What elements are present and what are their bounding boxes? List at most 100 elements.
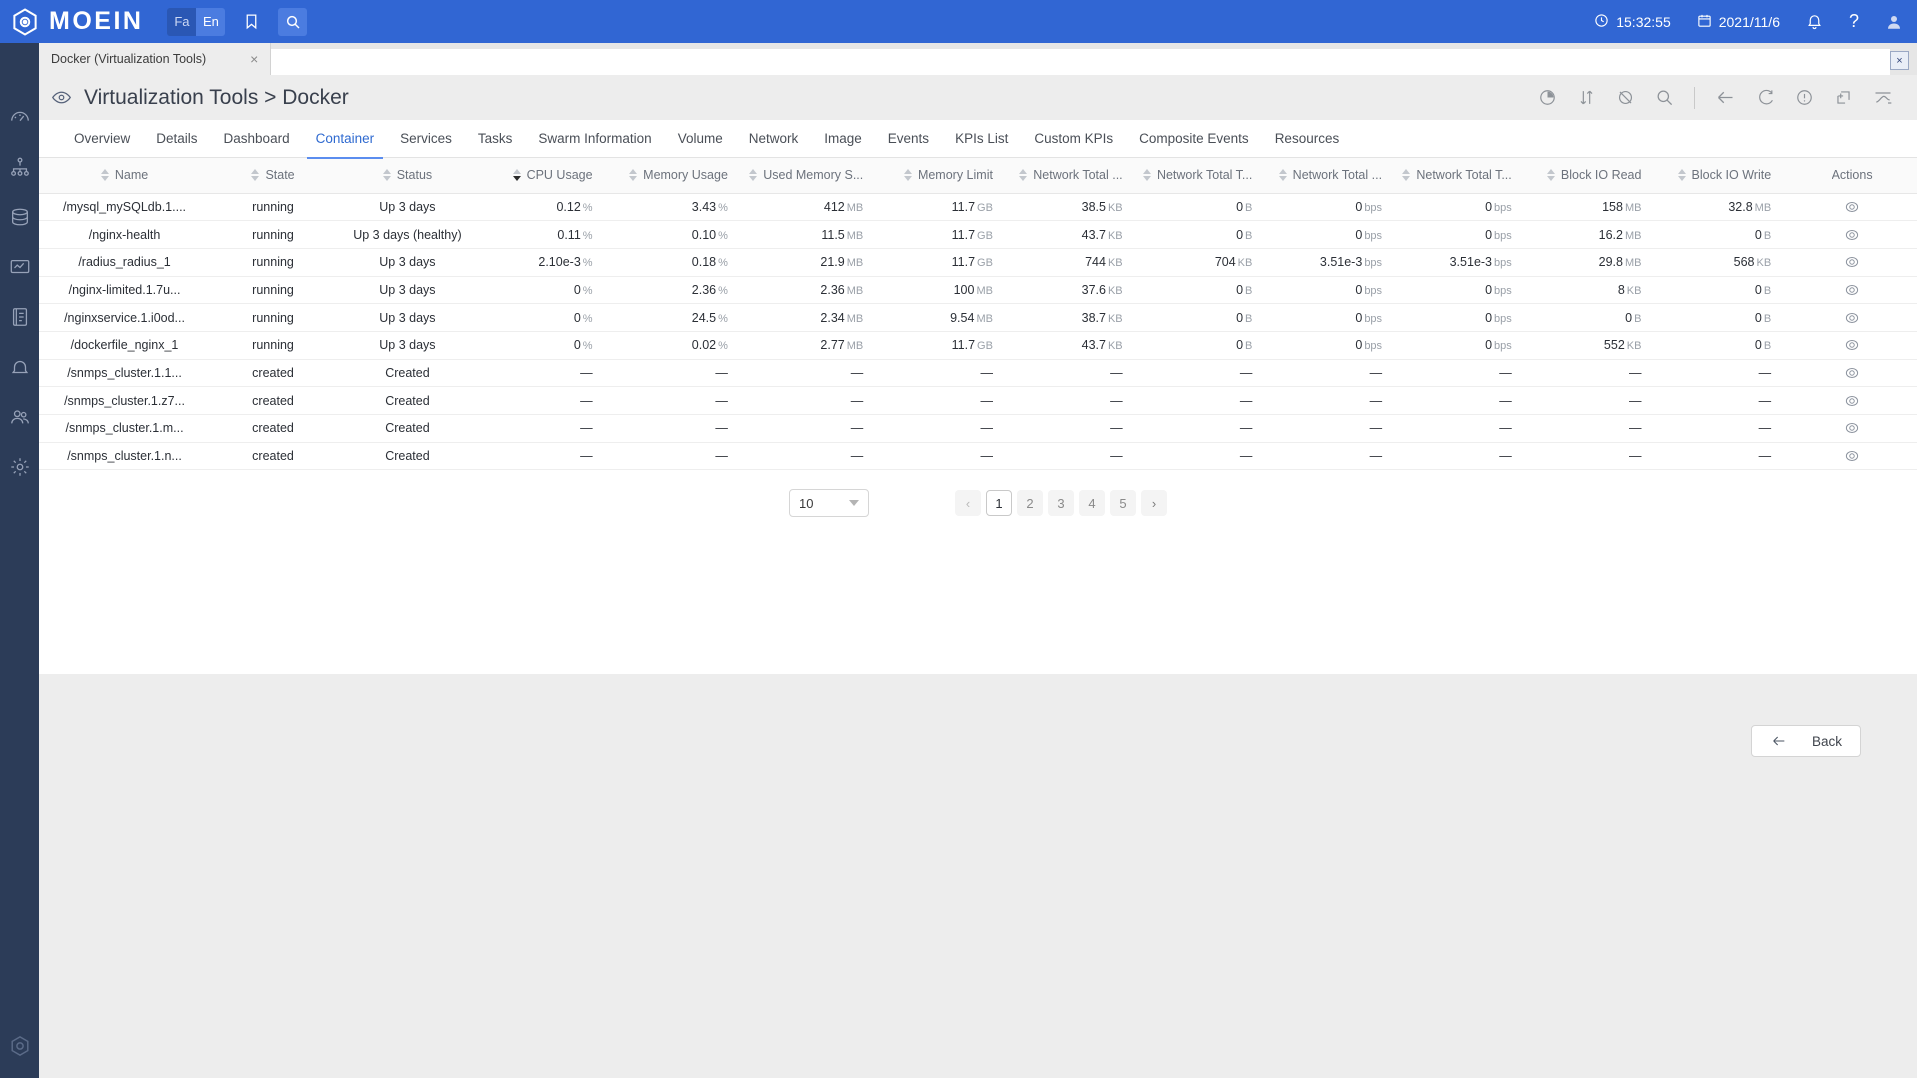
tab-overview[interactable]: Overview: [61, 120, 143, 158]
tab-kpis-list[interactable]: KPIs List: [942, 120, 1021, 158]
user-avatar-icon[interactable]: [1885, 13, 1903, 31]
sidebar-item-settings[interactable]: [8, 455, 32, 479]
table-row[interactable]: /snmps_cluster.1.n... created Created — — — — —…: [39, 442, 1917, 470]
cell-unit: MB: [846, 229, 864, 242]
eye-icon[interactable]: [1787, 226, 1917, 244]
sort-arrows-icon[interactable]: [512, 169, 521, 182]
pagination-page-1[interactable]: 1: [986, 490, 1012, 517]
tab-tasks[interactable]: Tasks: [465, 120, 526, 158]
table-row[interactable]: /snmps_cluster.1.m... created Created — — — — —…: [39, 415, 1917, 443]
sidebar-item-database[interactable]: [8, 205, 32, 229]
tab-volume[interactable]: Volume: [665, 120, 736, 158]
table-row[interactable]: /mysql_mySQLdb.1.... running Up 3 days 0.12…: [39, 193, 1917, 221]
sort-arrows-icon[interactable]: [1677, 169, 1686, 182]
pagination-prev-button[interactable]: ‹: [955, 490, 981, 517]
sort-arrows-icon[interactable]: [382, 169, 391, 182]
column-header-memory-limit[interactable]: Memory Limit: [879, 158, 1009, 193]
pagination-page-5[interactable]: 5: [1110, 490, 1136, 517]
table-row[interactable]: /dockerfile_nginx_1 running Up 3 days 0% 0.0…: [39, 331, 1917, 360]
eye-icon[interactable]: [1787, 336, 1917, 354]
sort-arrows-icon[interactable]: [1577, 88, 1596, 107]
tab-details[interactable]: Details: [143, 120, 210, 158]
eye-icon[interactable]: [1787, 198, 1917, 216]
page-size-select[interactable]: 10: [789, 489, 869, 518]
sort-arrows-icon[interactable]: [1142, 169, 1151, 182]
table-row[interactable]: /radius_radius_1 running Up 3 days 2.10e-3%…: [39, 248, 1917, 277]
pagination-page-4[interactable]: 4: [1079, 490, 1105, 517]
notifications-button[interactable]: [1806, 13, 1823, 30]
sort-arrows-icon[interactable]: [251, 169, 260, 182]
close-icon[interactable]: ×: [250, 51, 258, 67]
search-icon[interactable]: [1655, 88, 1674, 107]
sidebar-item-dashboard[interactable]: [8, 105, 32, 129]
column-header-state[interactable]: State: [210, 158, 336, 193]
tab-swarm-information[interactable]: Swarm Information: [525, 120, 664, 158]
sort-arrows-icon[interactable]: [1278, 169, 1287, 182]
back-arrow-icon[interactable]: [1715, 87, 1736, 108]
pagination-page-2[interactable]: 2: [1017, 490, 1043, 517]
close-all-tabs-icon[interactable]: ×: [1890, 49, 1915, 70]
refresh-icon[interactable]: [1756, 88, 1775, 107]
eye-icon[interactable]: [1787, 392, 1917, 410]
pagination-page-3[interactable]: 3: [1048, 490, 1074, 517]
table-row[interactable]: /nginx-limited.1.7u... running Up 3 days 0%…: [39, 276, 1917, 304]
eye-icon[interactable]: [1787, 419, 1917, 437]
brand-logo[interactable]: MOEIN: [10, 7, 143, 37]
column-header-network-total-t[interactable]: Network Total T...: [1139, 158, 1269, 193]
eye-icon[interactable]: [1787, 309, 1917, 327]
sort-arrows-icon[interactable]: [1019, 169, 1028, 182]
tab-composite-events[interactable]: Composite Events: [1126, 120, 1262, 158]
tab-dashboard[interactable]: Dashboard: [211, 120, 303, 158]
table-row[interactable]: /nginxservice.1.i0od... running Up 3 days 0…: [39, 304, 1917, 332]
column-header-name[interactable]: Name: [39, 158, 210, 193]
column-header-used-memory-s[interactable]: Used Memory S...: [744, 158, 879, 193]
column-header-network-total-t[interactable]: Network Total T...: [1398, 158, 1528, 193]
column-header-memory-usage[interactable]: Memory Usage: [609, 158, 744, 193]
tab-resources[interactable]: Resources: [1262, 120, 1353, 158]
tab-services[interactable]: Services: [387, 120, 465, 158]
tab-network[interactable]: Network: [736, 120, 812, 158]
eye-icon[interactable]: [1787, 447, 1917, 465]
column-header-block-io-read[interactable]: Block IO Read: [1528, 158, 1658, 193]
sidebar-item-reports[interactable]: [8, 305, 32, 329]
sort-arrows-icon[interactable]: [1546, 169, 1555, 182]
tab-custom-kpis[interactable]: Custom KPIs: [1021, 120, 1126, 158]
back-button[interactable]: Back: [1751, 725, 1861, 757]
trend-chart-icon[interactable]: [1873, 88, 1893, 108]
help-question-icon[interactable]: ?: [1849, 11, 1859, 32]
tab-image[interactable]: Image: [811, 120, 875, 158]
search-icon[interactable]: [278, 7, 308, 36]
column-header-block-io-write[interactable]: Block IO Write: [1657, 158, 1787, 193]
sort-arrows-icon[interactable]: [749, 169, 758, 182]
pin-window-icon[interactable]: [1834, 88, 1853, 107]
table-row[interactable]: /snmps_cluster.1.z7... created Created — — — —…: [39, 387, 1917, 415]
clock-pie-icon[interactable]: [1538, 88, 1557, 107]
sort-arrows-icon[interactable]: [1402, 169, 1411, 182]
eye-icon[interactable]: [1787, 281, 1917, 299]
column-header-status[interactable]: Status: [336, 158, 479, 193]
alert-info-icon[interactable]: [1795, 88, 1814, 107]
bookmark-icon[interactable]: [237, 8, 266, 36]
sidebar-item-users[interactable]: [8, 405, 32, 429]
pagination-next-button[interactable]: ›: [1141, 490, 1167, 517]
language-switcher[interactable]: Fa En: [167, 7, 226, 36]
column-header-network-total[interactable]: Network Total ...: [1009, 158, 1139, 193]
lang-en-button[interactable]: En: [196, 7, 226, 36]
sidebar-item-topology[interactable]: [8, 155, 32, 179]
lang-fa-button[interactable]: Fa: [167, 7, 197, 36]
filter-off-icon[interactable]: [1616, 88, 1635, 107]
sidebar-item-monitoring[interactable]: [8, 255, 32, 279]
eye-icon[interactable]: [1787, 364, 1917, 382]
table-row[interactable]: /snmps_cluster.1.1... created Created — — — — —…: [39, 359, 1917, 387]
sort-arrows-icon[interactable]: [100, 169, 109, 182]
tab-events[interactable]: Events: [875, 120, 942, 158]
document-tab[interactable]: Docker (Virtualization Tools) ×: [39, 43, 272, 75]
sort-arrows-icon[interactable]: [903, 169, 912, 182]
column-header-cpu-usage[interactable]: CPU Usage: [479, 158, 609, 193]
tab-container[interactable]: Container: [303, 120, 388, 159]
sort-arrows-icon[interactable]: [629, 169, 638, 182]
sidebar-item-alarms[interactable]: [8, 355, 32, 379]
eye-icon[interactable]: [1787, 253, 1917, 271]
column-header-network-total[interactable]: Network Total ...: [1268, 158, 1398, 193]
table-row[interactable]: /nginx-health running Up 3 days (healthy) 0…: [39, 221, 1917, 249]
